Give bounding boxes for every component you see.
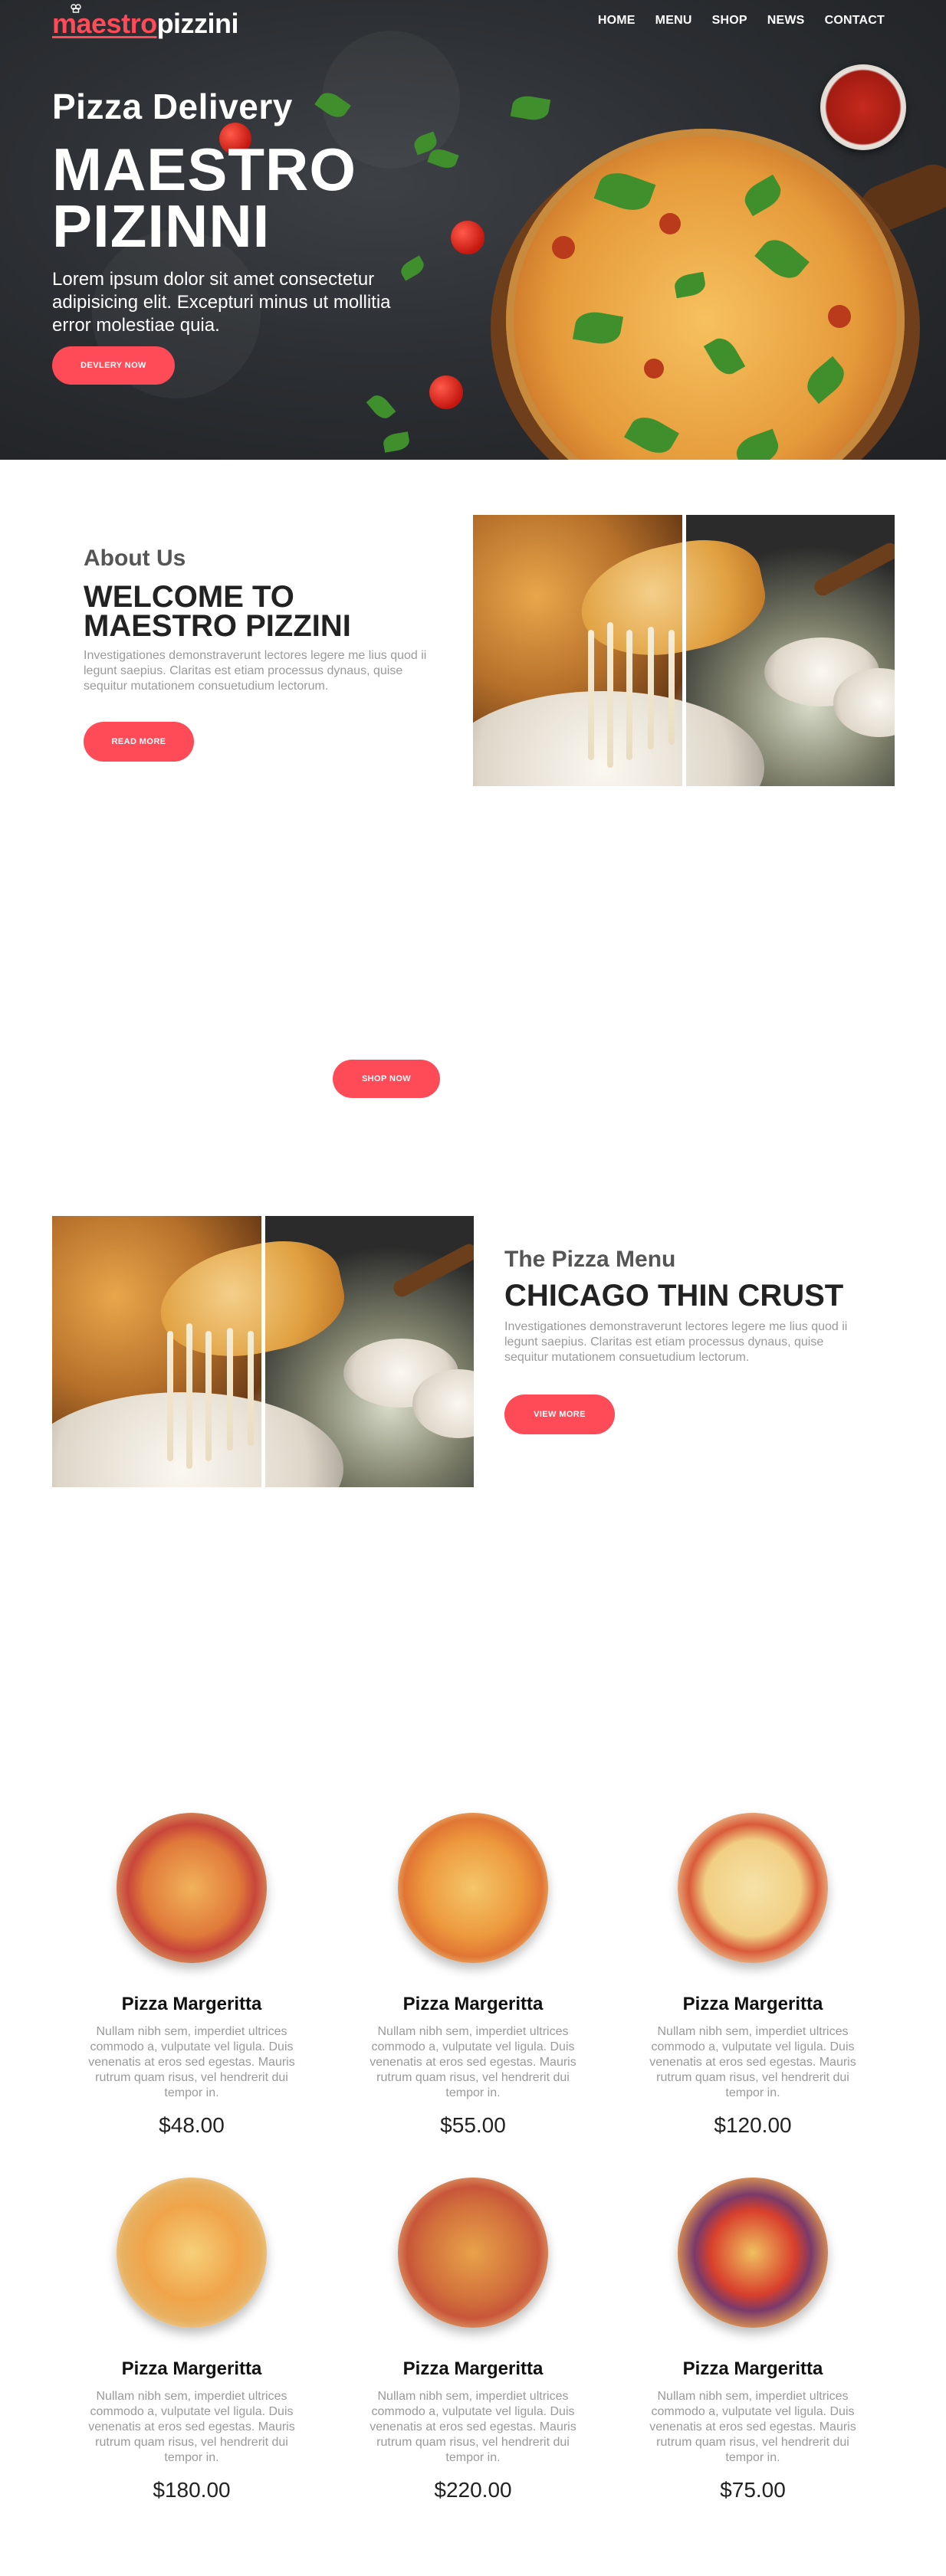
menu-kicker: The Pizza Menu	[504, 1247, 676, 1272]
product-price: $48.00	[159, 2113, 225, 2137]
basil-topping	[624, 410, 679, 460]
menu-text: Investigationes demonstraverunt lectores…	[504, 1320, 848, 1364]
menu-heading: CHICAGO THIN CRUST	[504, 1279, 844, 1313]
basil-topping	[732, 428, 783, 460]
cheese-strand	[227, 1328, 233, 1450]
pizza-image	[117, 2178, 267, 2328]
cheese-strand	[588, 630, 594, 760]
basil-topping	[739, 174, 787, 217]
read-more-button[interactable]: READ MORE	[84, 722, 194, 762]
about-heading: WELCOME TO MAESTRO PIZZINI	[84, 580, 351, 643]
photo-divider	[682, 515, 686, 786]
product-card[interactable]: Pizza Margeritta Nullam nibh sem, imperd…	[350, 2178, 596, 2515]
nav-news[interactable]: NEWS	[767, 14, 805, 28]
product-name: Pizza Margeritta	[402, 2358, 544, 2379]
product-description: Nullam nibh sem, imperdiet ultrices comm…	[649, 2025, 856, 2099]
product-description: Nullam nibh sem, imperdiet ultrices comm…	[88, 2390, 295, 2464]
product-description: Nullam nibh sem, imperdiet ultrices comm…	[370, 2025, 576, 2099]
tomato-topping	[644, 359, 664, 379]
product-description: Nullam nibh sem, imperdiet ultrices comm…	[370, 2390, 576, 2464]
product-card[interactable]: Pizza Margeritta Nullam nibh sem, imperd…	[69, 2178, 314, 2515]
product-price: $75.00	[720, 2478, 786, 2502]
cheese-strand	[167, 1331, 173, 1461]
hero-text: Lorem ipsum dolor sit amet consectetur a…	[52, 269, 391, 336]
sauce-bowl-image	[820, 64, 906, 150]
pizza-image	[398, 1813, 548, 1963]
pizza-image	[398, 2178, 548, 2328]
about-pizza-photo	[473, 515, 895, 786]
product-card[interactable]: Pizza Margeritta Nullam nibh sem, imperd…	[630, 1813, 875, 2150]
logo-text-pizzini: pizzini	[156, 8, 239, 39]
cheese-strand	[648, 627, 654, 749]
logo-text-maestro: maestro	[52, 8, 157, 39]
product-description: Nullam nibh sem, imperdiet ultrices comm…	[88, 2025, 295, 2099]
basil-topping	[572, 309, 624, 347]
cheese-strand	[186, 1323, 192, 1469]
basil-leaf-image	[382, 431, 411, 453]
product-card[interactable]: Pizza Margeritta Nullam nibh sem, imperd…	[69, 1813, 314, 2150]
cheese-strand	[205, 1331, 212, 1461]
basil-leaf-image	[366, 391, 396, 423]
basil-topping	[703, 333, 746, 380]
pizza-image	[678, 2178, 828, 2328]
basil-leaf-image	[510, 93, 551, 123]
photo-divider	[261, 1216, 265, 1487]
delivery-now-button[interactable]: DEVLERY NOW	[52, 346, 175, 385]
cheese-strand	[668, 630, 675, 745]
hero-section: maestropizzini HOME MENU SHOP NEWS CONTA…	[0, 0, 946, 460]
about-kicker: About Us	[84, 546, 186, 571]
product-price: $180.00	[153, 2478, 231, 2502]
product-name: Pizza Margeritta	[121, 2358, 262, 2379]
basil-topping	[754, 232, 810, 286]
product-card[interactable]: Pizza Margeritta Nullam nibh sem, imperd…	[630, 2178, 875, 2515]
basil-topping	[593, 166, 656, 217]
tomato-topping	[552, 236, 575, 259]
hero-subtitle: Pizza Delivery	[52, 87, 293, 126]
nav-home[interactable]: HOME	[598, 14, 636, 28]
product-price: $55.00	[440, 2113, 506, 2137]
hero-title: MAESTRO PIZINNI	[52, 136, 356, 260]
basil-topping	[672, 271, 708, 299]
hero-pizza-image	[506, 129, 905, 460]
product-price: $120.00	[714, 2113, 792, 2137]
product-name: Pizza Margeritta	[682, 2358, 823, 2379]
chef-hat-icon	[71, 4, 81, 13]
basil-topping	[800, 356, 851, 405]
nav-shop[interactable]: SHOP	[712, 14, 747, 28]
cheese-strand	[248, 1331, 254, 1446]
tomato-topping	[828, 305, 851, 328]
nav-contact[interactable]: CONTACT	[825, 14, 885, 28]
cheese-strand	[607, 622, 613, 768]
product-name: Pizza Margeritta	[402, 1994, 544, 2014]
product-name: Pizza Margeritta	[682, 1994, 823, 2014]
product-name: Pizza Margeritta	[121, 1994, 262, 2014]
about-text: Investigationes demonstraverunt lectores…	[84, 649, 427, 693]
tomato-topping	[659, 213, 681, 234]
product-description: Nullam nibh sem, imperdiet ultrices comm…	[649, 2390, 856, 2464]
product-card[interactable]: Pizza Margeritta Nullam nibh sem, imperd…	[350, 1813, 596, 2150]
shop-now-button[interactable]: SHOP NOW	[333, 1060, 440, 1098]
view-more-button[interactable]: VIEW MORE	[504, 1395, 615, 1434]
tomato-image	[451, 221, 484, 254]
pizza-image	[117, 1813, 267, 1963]
nav-menu[interactable]: MENU	[655, 14, 692, 28]
brand-logo[interactable]: maestropizzini	[52, 4, 239, 40]
pizza-image	[678, 1813, 828, 1963]
menu-pizza-photo	[52, 1216, 474, 1487]
main-nav: HOME MENU SHOP NEWS CONTACT	[598, 14, 885, 28]
cheese-strand	[626, 630, 632, 760]
tomato-image	[429, 375, 463, 409]
product-price: $220.00	[434, 2478, 512, 2502]
